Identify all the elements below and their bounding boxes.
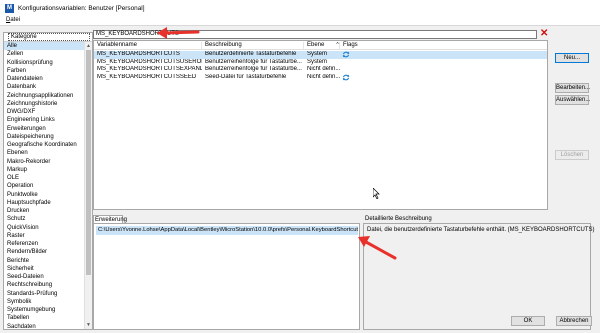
- category-item[interactable]: Rendern/Bilder: [4, 248, 92, 256]
- category-item[interactable]: Sicherheit: [4, 265, 92, 273]
- variable-table: Variablenname Beschreibung Ebene ^ Flags …: [93, 40, 548, 210]
- clear-x-icon[interactable]: ✕: [540, 28, 548, 40]
- category-item[interactable]: Standards-Prüfung: [4, 290, 92, 298]
- table-row[interactable]: MS_KEYBOARDSHORTCUTSEXPAND Benutzerreihen…: [94, 66, 547, 74]
- category-item[interactable]: Rechtschreibung: [4, 281, 92, 289]
- category-header-label: Kategorie: [8, 33, 90, 41]
- search-input[interactable]: MS_KEYBOARDSHORTCUTS: [93, 30, 537, 39]
- category-item[interactable]: Farben: [4, 67, 92, 75]
- window-title: Konfigurationsvariablen: Benutzer [Perso…: [18, 4, 145, 12]
- header-level-label: Ebene: [307, 42, 325, 48]
- scroll-up-icon[interactable]: ▲: [85, 42, 92, 50]
- sort-up-icon: ^: [336, 42, 339, 48]
- category-item[interactable]: Kollisionsprüfung: [4, 59, 92, 67]
- detail-label: Detaillierte Beschreibung: [365, 216, 432, 222]
- sync-icon: [342, 51, 350, 58]
- category-item[interactable]: Erweiterungen: [4, 125, 92, 133]
- category-item[interactable]: Makro-Rekorder: [4, 158, 92, 166]
- category-item[interactable]: Datenbank: [4, 83, 92, 91]
- expansion-path[interactable]: C:\Users\Yvonne.Lohse\AppData\Local\Bent…: [96, 226, 358, 235]
- row-level: System: [307, 51, 328, 57]
- menu-bar: Datei: [0, 16, 600, 26]
- variable-table-header: Variablenname Beschreibung Ebene ^ Flags: [94, 41, 547, 50]
- category-item[interactable]: Referenzen: [4, 240, 92, 248]
- row-name: MS_KEYBOARDSHORTCUTSSEED: [97, 73, 197, 80]
- edit-button[interactable]: Bearbeiten...: [555, 83, 590, 93]
- row-level: Nicht defin...: [307, 73, 340, 80]
- title-bar: M Konfigurationsvariablen: Benutzer [Per…: [0, 0, 600, 16]
- menu-file[interactable]: Datei: [6, 17, 20, 23]
- category-scrollbar[interactable]: ▲ ▼: [84, 42, 92, 329]
- category-item[interactable]: Operation: [4, 182, 92, 190]
- row-description: Benutzerreihenfolge für Tastaturbe...: [205, 58, 302, 65]
- category-item[interactable]: Schutz: [4, 215, 92, 223]
- row-description: Benutzerdefinierte Tastaturbefehle: [205, 51, 297, 57]
- row-name: MS_KEYBOARDSHORTCUTSEXPAND: [97, 66, 202, 72]
- category-item[interactable]: Datendateien: [4, 75, 92, 83]
- ok-button[interactable]: OK: [511, 316, 545, 326]
- category-item[interactable]: QuickVision: [4, 224, 92, 232]
- category-item[interactable]: Ebenen: [4, 149, 92, 157]
- category-item[interactable]: Geografische Koordinaten: [4, 141, 92, 149]
- category-item[interactable]: Raster: [4, 232, 92, 240]
- scroll-down-icon[interactable]: ▼: [85, 321, 92, 329]
- expansion-panel: C:\Users\Yvonne.Lohse\AppData\Local\Bent…: [93, 223, 360, 330]
- header-description[interactable]: Beschreibung: [202, 42, 304, 50]
- category-item[interactable]: Zeichnungsapplikationen: [4, 92, 92, 100]
- header-name[interactable]: Variablenname: [94, 42, 202, 50]
- row-level: Nicht defin...: [307, 66, 340, 72]
- select-button[interactable]: Auswählen...: [555, 95, 590, 105]
- row-description: Seed-Datei für Tastaturbefehle: [205, 73, 287, 80]
- row-level: System: [307, 58, 328, 65]
- header-level[interactable]: Ebene ^: [304, 42, 340, 50]
- category-item[interactable]: DWG/DXF: [4, 108, 92, 116]
- category-list: Alle Zellen Kollisionsprüfung Farben Datenda…: [4, 42, 92, 330]
- category-item[interactable]: Punktwolke: [4, 191, 92, 199]
- category-item[interactable]: Alle: [4, 42, 92, 51]
- table-row[interactable]: MS_KEYBOARDSHORTCUTS Benutzerdefinierte T…: [94, 51, 547, 59]
- category-item[interactable]: OLE: [4, 174, 92, 182]
- header-flags[interactable]: Flags: [340, 42, 370, 50]
- row-name: MS_KEYBOARDSHORTCUTSUSERORDER: [97, 58, 202, 65]
- row-name: MS_KEYBOARDSHORTCUTS: [97, 51, 180, 57]
- category-item[interactable]: Seed-Dateien: [4, 273, 92, 281]
- row-description: Benutzerreihenfolge für Tastaturbe...: [205, 66, 302, 72]
- detail-text: Datei, die benutzerdefinierte Tastaturbe…: [367, 227, 595, 233]
- cancel-button[interactable]: Abbrechen: [556, 316, 592, 326]
- detail-panel: Datei, die benutzerdefinierte Tastaturbe…: [363, 223, 595, 330]
- category-item[interactable]: Zellen: [4, 50, 92, 58]
- category-item[interactable]: Markup: [4, 166, 92, 174]
- sync-icon: [342, 74, 350, 80]
- category-header[interactable]: Kategorie: [4, 33, 92, 42]
- category-item[interactable]: Zeichnungshistorie: [4, 100, 92, 108]
- category-item[interactable]: Tabellen: [4, 314, 92, 322]
- category-item[interactable]: Symbolik: [4, 298, 92, 306]
- category-item[interactable]: Sachdaten: [4, 323, 92, 330]
- microstation-icon: M: [5, 3, 14, 13]
- category-item[interactable]: Berichte: [4, 257, 92, 265]
- mouse-cursor-icon: [373, 188, 380, 199]
- category-item[interactable]: Dateispeicherung: [4, 133, 92, 141]
- category-item[interactable]: Drucken: [4, 207, 92, 215]
- table-row[interactable]: MS_KEYBOARDSHORTCUTSUSERORDERBenutzerrei…: [94, 59, 547, 67]
- new-button[interactable]: Neu...: [555, 53, 589, 63]
- category-item[interactable]: Hauptsuchpfade: [4, 199, 92, 207]
- table-row[interactable]: MS_KEYBOARDSHORTCUTSSEED Seed-Datei für T…: [94, 74, 547, 82]
- category-item[interactable]: Systemumgebung: [4, 306, 92, 314]
- scroll-thumb[interactable]: [86, 50, 91, 275]
- delete-button[interactable]: Löschen: [555, 150, 589, 160]
- category-item[interactable]: Engineering Links: [4, 116, 92, 124]
- category-panel: Kategorie Alle Zellen Kollisionsprüfung Far…: [3, 32, 93, 330]
